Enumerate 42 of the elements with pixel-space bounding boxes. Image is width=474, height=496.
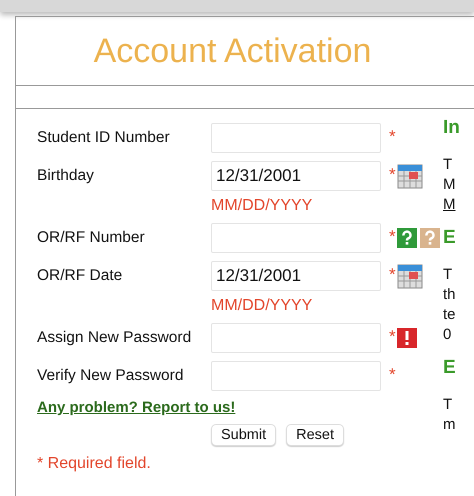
calendar-icon[interactable] [396,163,423,189]
field-label: Verify New Password [37,367,184,385]
calendar-icon[interactable] [396,263,423,289]
input-field[interactable] [211,361,381,391]
info-text: M [443,175,456,195]
format-hint: MM/DD/YYYY [211,197,314,215]
input-field[interactable] [211,323,381,353]
field-label: Student ID Number [37,129,171,147]
required-mark: * [389,327,396,347]
section-heading: E [443,357,457,379]
required-note: * Required field. [37,455,152,473]
info-text: T [443,265,454,285]
input-field[interactable]: 12/31/2001 [211,161,381,191]
field-label: OR/RF Number [37,229,146,247]
info-text: th [443,285,457,305]
required-mark: * [389,365,396,385]
field-label: Birthday [37,167,95,185]
report-link[interactable]: Any problem? Report to us! [37,399,236,416]
info-text: T [443,395,454,415]
info-text: te [443,305,457,325]
page-title: Account Activation [92,32,372,70]
format-hint: MM/DD/YYYY [211,297,314,315]
form-button[interactable]: Reset [286,424,344,446]
required-mark: * [389,165,396,185]
alert-icon[interactable] [396,328,417,348]
info-text: T [443,155,454,175]
input-field[interactable] [211,223,381,253]
input-field[interactable]: 12/31/2001 [211,261,381,291]
field-label: Assign New Password [37,329,192,347]
info-link[interactable]: M [443,195,474,215]
section-heading: In [443,117,461,139]
section-heading: E [443,227,457,249]
input-field[interactable] [211,123,381,153]
info-text: m [443,415,456,435]
form-button[interactable]: Submit [211,424,276,446]
required-mark: * [389,265,396,285]
field-label: OR/RF Date [37,267,124,285]
info-text: 0 [443,325,452,345]
help-icon[interactable] [420,228,440,248]
required-mark: * [389,227,396,247]
required-mark: * [389,127,396,147]
help-icon[interactable] [396,228,417,248]
